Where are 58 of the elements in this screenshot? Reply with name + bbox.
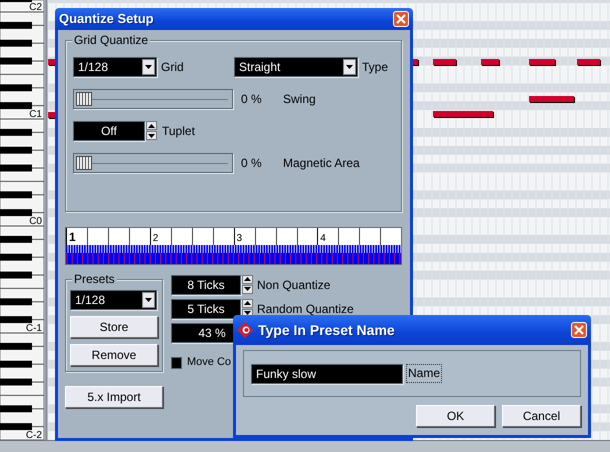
beat-number: 2	[152, 233, 158, 244]
field-label: Name	[406, 364, 442, 383]
close-button[interactable]	[571, 322, 587, 338]
note-bar	[529, 59, 556, 66]
spin-field[interactable]: 5 Ticks	[171, 298, 241, 318]
dropdown-field[interactable]: Straight	[234, 57, 358, 77]
field-label: Grid	[161, 59, 184, 76]
note-bar	[577, 59, 601, 66]
checkbox-label: Move Co	[187, 355, 232, 370]
diamond-icon	[237, 322, 253, 338]
beat-number: 3	[236, 233, 242, 244]
spin-down-button[interactable]	[146, 131, 157, 140]
dropdown-button[interactable]	[142, 59, 155, 75]
field-label: Tuplet	[162, 123, 195, 140]
field-label: Type	[362, 59, 388, 76]
note-bar	[433, 59, 457, 66]
note-bar	[433, 111, 494, 118]
spin-up-button[interactable]	[242, 298, 253, 308]
close-button[interactable]	[393, 11, 409, 27]
field-label: Magnetic Area	[283, 155, 360, 172]
field-label: Non Quantize	[257, 276, 330, 294]
spin-up-button[interactable]	[146, 121, 157, 130]
close-icon	[396, 14, 406, 24]
slider-thumb[interactable]	[76, 92, 92, 106]
key-label: C0	[29, 216, 42, 227]
key-label: C-1	[26, 323, 42, 334]
spin-field[interactable]: Off	[73, 121, 145, 141]
note-bar	[529, 96, 575, 103]
name-field[interactable]: Funky slow	[251, 364, 403, 384]
key-label: C2	[29, 2, 42, 13]
note-bar	[481, 59, 500, 66]
preset-button[interactable]: Remove	[70, 344, 158, 366]
close-icon	[574, 325, 584, 335]
window-title: Type In Preset Name	[258, 320, 395, 340]
beat-number: 4	[319, 233, 326, 244]
spin-field[interactable]: 8 Ticks	[171, 274, 241, 294]
spin-up-button[interactable]	[242, 274, 253, 284]
slider-reading: 0 %	[241, 155, 263, 172]
dialog-button[interactable]: OK	[416, 405, 495, 427]
group-label: Presets	[72, 272, 117, 286]
spin-down-button[interactable]	[242, 284, 253, 294]
dropdown-button[interactable]	[142, 292, 155, 308]
key-label: C-2	[26, 430, 42, 441]
beat-number: 1	[68, 230, 76, 244]
window-title: Quantize Setup	[59, 10, 154, 28]
group-label: Grid Quantize	[72, 33, 150, 47]
dropdown-button[interactable]	[343, 59, 356, 75]
slider[interactable]	[73, 89, 233, 109]
preset-button[interactable]: Store	[70, 316, 158, 338]
import-button[interactable]: 5.x Import	[65, 386, 163, 408]
field-label: Random Quantize	[257, 300, 354, 318]
slider-thumb[interactable]	[76, 156, 92, 170]
slider-reading: 0 %	[241, 91, 263, 108]
field-label: Swing	[283, 91, 316, 108]
key-label: C1	[29, 109, 42, 120]
checkbox[interactable]	[171, 356, 182, 368]
slider[interactable]	[73, 153, 233, 173]
dialog-button[interactable]: Cancel	[502, 405, 581, 427]
